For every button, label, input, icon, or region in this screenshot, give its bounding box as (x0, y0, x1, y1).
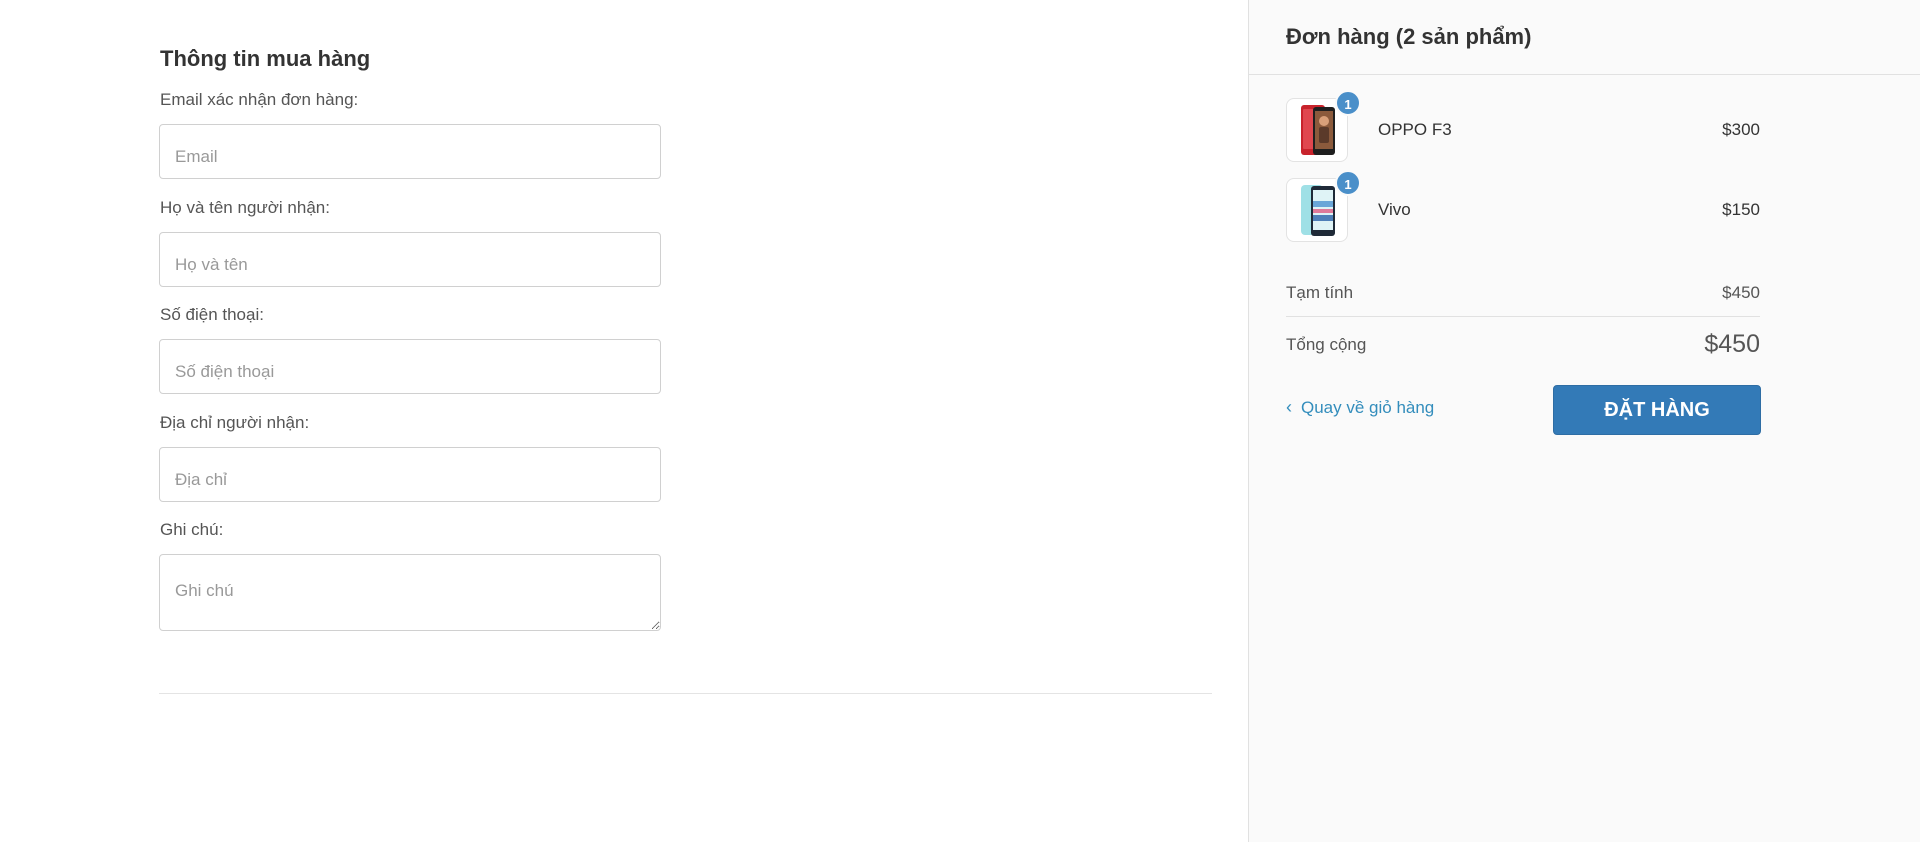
checkout-page: Thông tin mua hàng Email xác nhận đơn hà… (0, 0, 1920, 842)
phone-label: Số điện thoại: (160, 305, 264, 324)
product-price: $300 (1722, 120, 1760, 139)
order-header: Đơn hàng (2 sản phẩm) (1249, 0, 1920, 75)
form-title: Thông tin mua hàng (160, 46, 371, 71)
subtotal-label: Tạm tính (1286, 283, 1354, 302)
total-value: $450 (1704, 330, 1760, 358)
product-name: Vivo (1378, 200, 1411, 219)
product-name: OPPO F3 (1378, 120, 1452, 139)
email-label: Email xác nhận đơn hàng: (160, 90, 359, 109)
back-to-cart-link[interactable]: ‹ Quay về giỏ hàng (1286, 397, 1435, 418)
email-input[interactable] (159, 124, 661, 179)
order-item: 1 Vivo $150 (1286, 170, 1760, 242)
fullname-input[interactable] (159, 232, 661, 287)
total-label: Tổng cộng (1286, 335, 1367, 354)
place-order-button[interactable]: ĐẶT HÀNG (1553, 385, 1761, 435)
order-summary-sidebar: Đơn hàng (2 sản phẩm) 1 OPPO F3 $300 1 V… (1248, 0, 1920, 842)
note-label: Ghi chú: (160, 520, 224, 539)
order-item: 1 OPPO F3 $300 (1286, 90, 1760, 162)
fullname-label: Họ và tên người nhận: (160, 198, 330, 217)
note-textarea[interactable] (159, 554, 661, 631)
form-divider (159, 693, 1212, 694)
address-input[interactable] (159, 447, 661, 502)
purchase-info-panel: Thông tin mua hàng Email xác nhận đơn hà… (0, 0, 1248, 842)
quantity-badge: 1 (1335, 90, 1361, 116)
phone-input[interactable] (159, 339, 661, 394)
aqua-phone-thumbnail (1301, 185, 1335, 236)
red-phone-thumbnail (1301, 105, 1335, 155)
quantity-badge: 1 (1335, 170, 1361, 196)
address-label: Địa chỉ người nhận: (160, 413, 310, 432)
subtotal-value: $450 (1722, 283, 1760, 302)
product-price: $150 (1722, 200, 1760, 219)
back-to-cart-label: Quay về giỏ hàng (1301, 398, 1435, 417)
chevron-left-icon: ‹ (1286, 397, 1292, 417)
summary-divider (1286, 316, 1760, 317)
order-title: Đơn hàng (2 sản phẩm) (1286, 24, 1532, 49)
